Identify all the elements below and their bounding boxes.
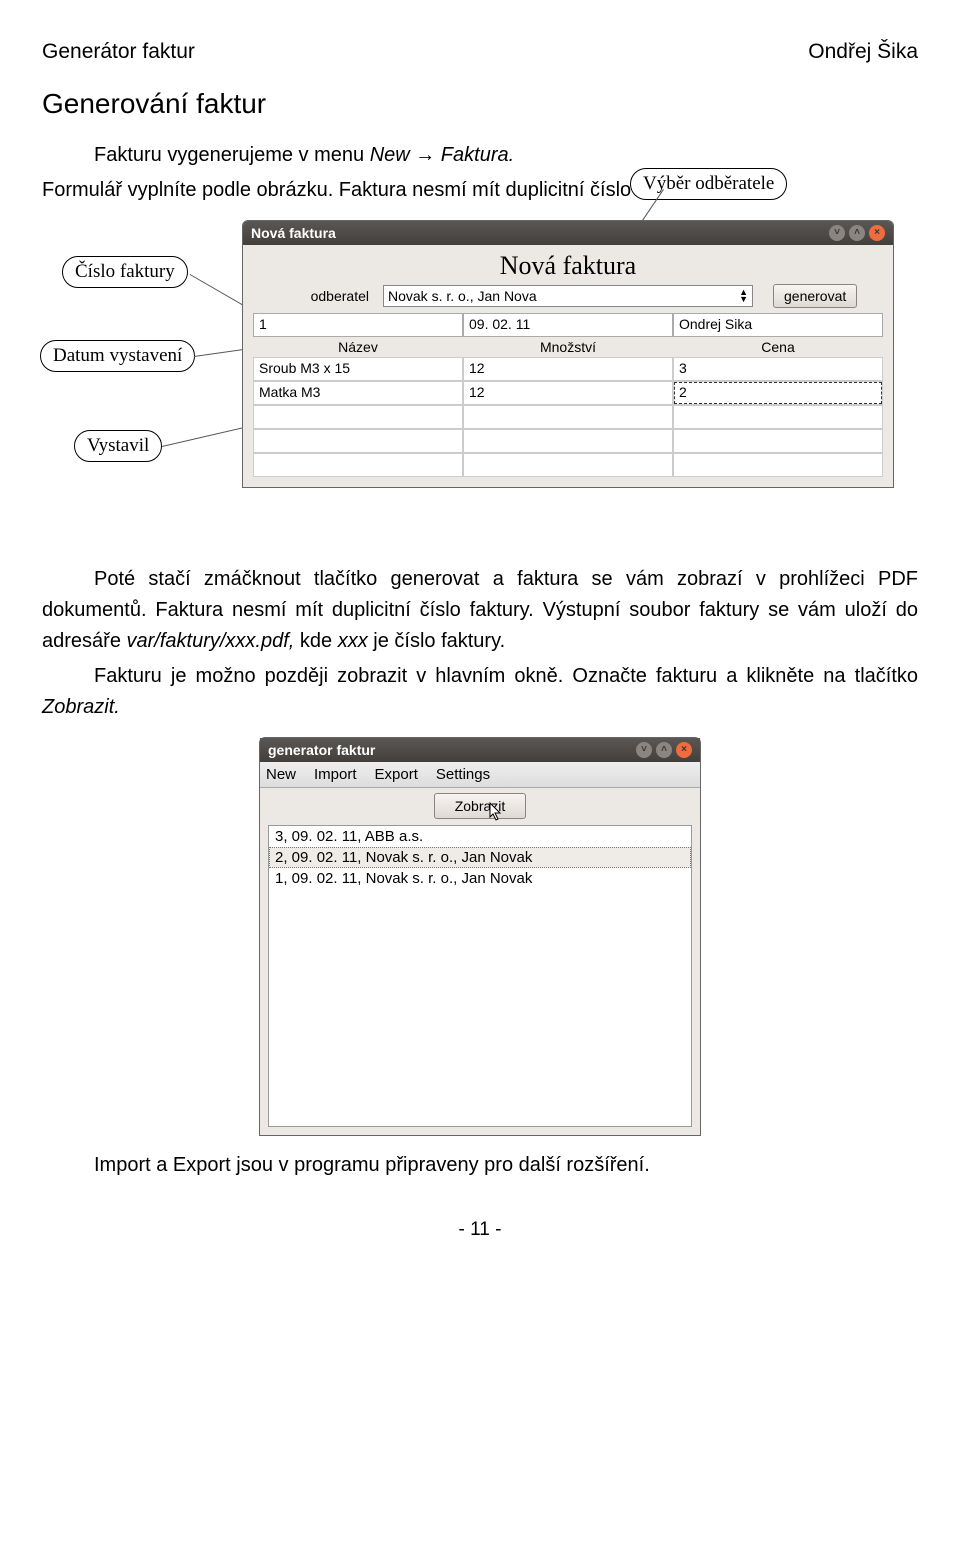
titlebar: generator faktur ˅ ˄ × <box>260 738 700 762</box>
menubar: New Import Export Settings <box>260 762 700 788</box>
header-right: Ondřej Šika <box>808 40 918 64</box>
paragraph-1: Fakturu vygenerujeme v menu New → Faktur… <box>42 140 918 171</box>
empty-cell[interactable] <box>253 453 463 477</box>
p4a: Fakturu je možno později zobrazit v hlav… <box>94 665 918 687</box>
window-nova-faktura: Nová faktura ˅ ˄ × Nová faktura odberate… <box>242 220 894 488</box>
menu-new[interactable]: New <box>266 766 296 783</box>
item-name[interactable]: Matka M3 <box>253 381 463 405</box>
callout-vyber-odberatele: Výběr odběratele <box>630 168 787 200</box>
item-price-editing[interactable]: 2 <box>673 381 883 405</box>
list-item[interactable]: 1, 09. 02. 11, Novak s. r. o., Jan Novak <box>269 868 691 889</box>
window-title: generator faktur <box>268 742 375 758</box>
invoice-list[interactable]: 3, 09. 02. 11, ABB a.s. 2, 09. 02. 11, N… <box>268 825 692 1127</box>
page-header: Generátor faktur Ondřej Šika <box>42 40 918 64</box>
spinner-icon[interactable]: ▲▼ <box>739 289 748 303</box>
menu-export[interactable]: Export <box>375 766 418 783</box>
close-icon[interactable]: × <box>869 225 885 241</box>
empty-cell[interactable] <box>253 405 463 429</box>
datum-input[interactable]: 09. 02. 11 <box>463 313 673 337</box>
cislo-faktury-input[interactable]: 1 <box>253 313 463 337</box>
paragraph-5: Import a Export jsou v programu připrave… <box>42 1150 918 1181</box>
empty-cell[interactable] <box>463 429 673 453</box>
item-qty[interactable]: 12 <box>463 357 673 381</box>
minimize-icon[interactable]: ˅ <box>636 742 652 758</box>
col-mnozstvi: Množství <box>463 337 673 357</box>
list-item-selected[interactable]: 2, 09. 02. 11, Novak s. r. o., Jan Novak <box>269 847 691 868</box>
empty-cell[interactable] <box>673 405 883 429</box>
close-icon[interactable]: × <box>676 742 692 758</box>
generovat-button[interactable]: generovat <box>773 284 857 308</box>
maximize-icon[interactable]: ˄ <box>656 742 672 758</box>
odberatel-value: Novak s. r. o., Jan Nova <box>388 288 537 304</box>
titlebar: Nová faktura ˅ ˄ × <box>243 221 893 245</box>
p1a: Fakturu vygenerujeme v menu <box>94 144 370 166</box>
callout-vystavil: Vystavil <box>74 430 162 462</box>
maximize-icon[interactable]: ˄ <box>849 225 865 241</box>
figure-1: Výběr odběratele Číslo faktury Datum vys… <box>42 210 918 560</box>
p4-zobrazit: Zobrazit. <box>42 696 120 718</box>
col-cena: Cena <box>673 337 883 357</box>
p3b: kde <box>294 630 337 652</box>
item-price[interactable]: 3 <box>673 357 883 381</box>
odberatel-label: odberatel <box>253 288 383 304</box>
minimize-icon[interactable]: ˅ <box>829 225 845 241</box>
section-heading: Generování faktur <box>42 88 918 120</box>
window-controls: ˅ ˄ × <box>636 742 692 758</box>
p3-path: var/faktury/xxx.pdf, <box>127 630 295 652</box>
empty-cell[interactable] <box>463 453 673 477</box>
col-nazev: Název <box>253 337 463 357</box>
menu-settings[interactable]: Settings <box>436 766 490 783</box>
callout-cislo-faktury: Číslo faktury <box>62 256 188 288</box>
page-number: - 11 - <box>42 1219 918 1241</box>
item-qty[interactable]: 12 <box>463 381 673 405</box>
window-controls: ˅ ˄ × <box>829 225 885 241</box>
list-item[interactable]: 3, 09. 02. 11, ABB a.s. <box>269 826 691 847</box>
vystavil-input[interactable]: Ondrej Sika <box>673 313 883 337</box>
p3c: je číslo faktury. <box>368 630 505 652</box>
empty-cell[interactable] <box>673 429 883 453</box>
empty-cell[interactable] <box>463 405 673 429</box>
empty-cell[interactable] <box>673 453 883 477</box>
cursor-icon <box>489 802 503 822</box>
zobrazit-button[interactable]: Zobrazit <box>434 793 527 819</box>
header-left: Generátor faktur <box>42 40 195 64</box>
form-title: Nová faktura <box>243 245 893 283</box>
callout-datum-vystaveni: Datum vystavení <box>40 340 195 372</box>
window-title: Nová faktura <box>251 225 336 241</box>
paragraph-4: Fakturu je možno později zobrazit v hlav… <box>42 661 918 723</box>
item-name[interactable]: Sroub M3 x 15 <box>253 357 463 381</box>
menu-import[interactable]: Import <box>314 766 357 783</box>
odberatel-select[interactable]: Novak s. r. o., Jan Nova ▲▼ <box>383 285 753 307</box>
window-generator-faktur: generator faktur ˅ ˄ × New Import Export… <box>259 737 701 1136</box>
p3-xxx: xxx <box>338 630 368 652</box>
empty-cell[interactable] <box>253 429 463 453</box>
p1-menu-path: New → Faktura. <box>370 144 514 166</box>
paragraph-3: Poté stačí zmáčknout tlačítko generovat … <box>42 564 918 657</box>
